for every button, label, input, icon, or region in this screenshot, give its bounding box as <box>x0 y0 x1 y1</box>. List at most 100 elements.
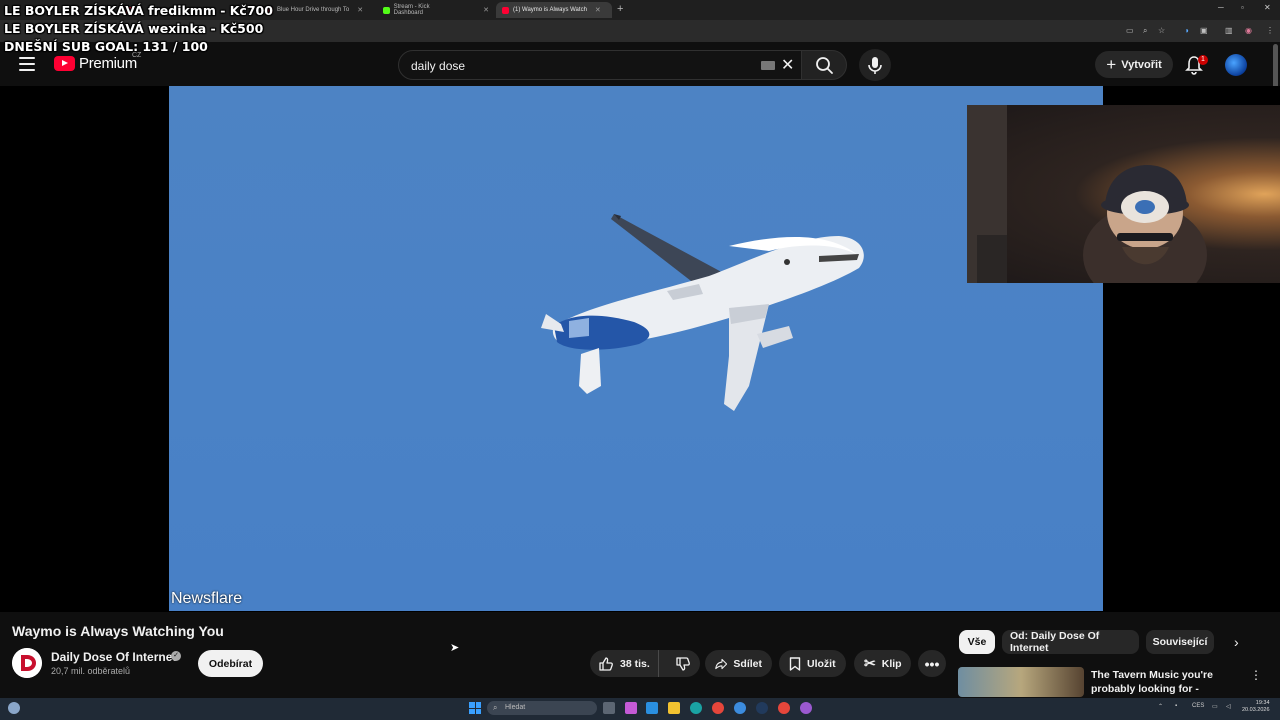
recommended-video-thumbnail[interactable] <box>958 667 1084 697</box>
youtube-icon <box>502 6 509 14</box>
save-label: Uložit <box>807 657 836 670</box>
app-icon[interactable] <box>734 702 746 714</box>
menu-icon[interactable] <box>19 57 35 71</box>
more-vertical-icon[interactable]: ⋮ <box>1250 668 1262 682</box>
sidebar-icon[interactable]: ▥ <box>1225 26 1233 35</box>
taskbar-search[interactable]: Hledat <box>487 701 597 715</box>
chevron-up-icon[interactable]: ⌃ <box>1158 703 1163 710</box>
profile-icon[interactable]: ◉ <box>1245 26 1252 35</box>
windows-start-icon[interactable] <box>469 702 481 714</box>
chrome-icon[interactable] <box>712 702 724 714</box>
sub-goal: DNEŠNÍ SUB GOAL: 131 / 100 <box>4 39 208 54</box>
search-box[interactable]: daily dose ✕ <box>398 50 802 80</box>
like-button[interactable]: 38 tis. <box>590 650 660 677</box>
app-icon[interactable] <box>800 702 812 714</box>
file-explorer-icon[interactable] <box>668 702 680 714</box>
app-icon[interactable] <box>625 702 637 714</box>
app-icon[interactable] <box>646 702 658 714</box>
network-icon[interactable]: ▭ <box>1212 703 1218 710</box>
youtube-premium-logo[interactable]: Premium CZ <box>54 52 141 72</box>
steam-icon[interactable] <box>756 702 768 714</box>
search-icon <box>816 57 833 74</box>
like-dislike-group: 38 tis. <box>590 650 700 677</box>
chip-from-channel[interactable]: Od: Daily Dose Of Internet <box>1002 630 1139 654</box>
donation-alert: LE BOYLER ZÍSKÁVÁ wexinka - Kč500 <box>4 21 264 36</box>
video-watermark: Newsflare <box>171 590 243 607</box>
chip-related[interactable]: Související <box>1146 630 1214 654</box>
more-horizontal-icon: ••• <box>924 655 940 672</box>
maximize-icon[interactable]: ▫ <box>1241 3 1244 12</box>
clip-label: Klip <box>881 657 902 670</box>
browser-menu-icon[interactable]: ⋮ <box>1266 26 1274 35</box>
more-actions-button[interactable]: ••• <box>918 650 946 677</box>
language-indicator[interactable]: CES <box>1192 703 1204 709</box>
streamer-webcam <box>967 105 1280 283</box>
volume-icon[interactable]: ◁ <box>1226 703 1231 710</box>
extensions-puzzle-icon[interactable]: ▣ <box>1200 26 1208 35</box>
taskbar-clock[interactable]: 19:34 20.03.2026 <box>1242 700 1270 714</box>
close-icon[interactable]: ✕ <box>483 6 489 14</box>
keyboard-icon[interactable] <box>761 61 775 70</box>
subscribe-button[interactable]: Odebírat <box>198 650 263 677</box>
plus-icon: + <box>1106 55 1117 74</box>
create-label: Vytvořit <box>1121 58 1162 71</box>
share-label: Sdílet <box>733 657 762 670</box>
windows-taskbar <box>0 698 1280 720</box>
donation-alert: LE BOYLER ZÍSKÁVÁ fredikmm - Kč700 <box>4 3 273 18</box>
create-button[interactable]: + Vytvořit <box>1095 51 1173 78</box>
browser-tab-active[interactable]: (1) Waymo is Always Watch ✕ <box>496 2 612 18</box>
install-app-icon[interactable]: ▭ <box>1126 26 1134 35</box>
kick-icon <box>383 6 390 14</box>
share-button[interactable]: Sdílet <box>705 650 772 677</box>
account-avatar[interactable] <box>1225 54 1247 76</box>
chevron-right-icon[interactable]: › <box>1234 634 1239 650</box>
youtube-play-icon <box>54 56 75 71</box>
clock-date: 20.03.2026 <box>1242 707 1270 713</box>
logo-text: Premium <box>79 55 137 72</box>
tab-label: Blue Hour Drive through To <box>277 7 350 13</box>
video-player[interactable] <box>169 86 1103 611</box>
clock-time: 19:34 <box>1255 700 1270 706</box>
airplane-video-frame <box>541 214 864 411</box>
verified-check-icon: ✓ <box>171 651 181 661</box>
bookmark-star-icon[interactable]: ☆ <box>1158 26 1165 35</box>
weather-icon[interactable] <box>8 702 20 714</box>
new-tab-icon[interactable]: + <box>617 3 623 15</box>
dislike-button[interactable] <box>665 650 700 677</box>
clear-search-icon[interactable]: ✕ <box>781 55 794 75</box>
voice-search-button[interactable] <box>859 49 891 81</box>
scissors-icon: ✂ <box>864 655 876 671</box>
notification-count-badge: 1 <box>1198 55 1208 65</box>
browser-tab[interactable]: Blue Hour Drive through To ✕ <box>260 2 375 18</box>
share-arrow-icon <box>715 658 728 669</box>
subscriber-count: 20,7 mil. odběratelů <box>51 666 131 676</box>
thumbs-down-icon <box>675 656 690 671</box>
extension-icon[interactable]: ◑ <box>1184 26 1189 35</box>
webcam-feed <box>967 105 1207 283</box>
browser-tab[interactable]: Stream - Kick Dashboard ✕ <box>377 2 495 18</box>
video-title: Waymo is Always Watching You <box>12 623 224 639</box>
search-input[interactable]: daily dose <box>411 59 465 73</box>
save-button[interactable]: Uložit <box>779 650 846 677</box>
bookmark-icon <box>789 656 801 671</box>
close-icon[interactable]: ✕ <box>357 6 363 14</box>
screen: Blue Hour Drive through To ✕ Stream - Ki… <box>0 0 1280 720</box>
tray-icon[interactable]: ▪ <box>1175 703 1177 709</box>
microphone-icon <box>868 57 882 74</box>
minimize-icon[interactable]: ─ <box>1218 3 1224 12</box>
channel-name[interactable]: Daily Dose Of Internet <box>51 650 176 664</box>
chrome-icon[interactable] <box>778 702 790 714</box>
thumbs-up-icon <box>599 656 613 671</box>
tab-label: (1) Waymo is Always Watch <box>513 7 587 13</box>
clip-button[interactable]: ✂ Klip <box>854 650 911 677</box>
chip-all[interactable]: Vše <box>959 630 995 654</box>
task-view-icon[interactable] <box>603 702 615 714</box>
zoom-icon[interactable]: ⌕ <box>1143 26 1147 36</box>
search-button[interactable] <box>801 50 847 80</box>
close-icon[interactable]: ✕ <box>595 6 601 14</box>
edge-icon[interactable] <box>690 702 702 714</box>
like-count: 38 tis. <box>620 657 650 670</box>
close-window-icon[interactable]: ✕ <box>1264 3 1271 12</box>
channel-avatar[interactable] <box>12 648 42 678</box>
tab-label: Stream - Kick Dashboard <box>393 4 430 16</box>
